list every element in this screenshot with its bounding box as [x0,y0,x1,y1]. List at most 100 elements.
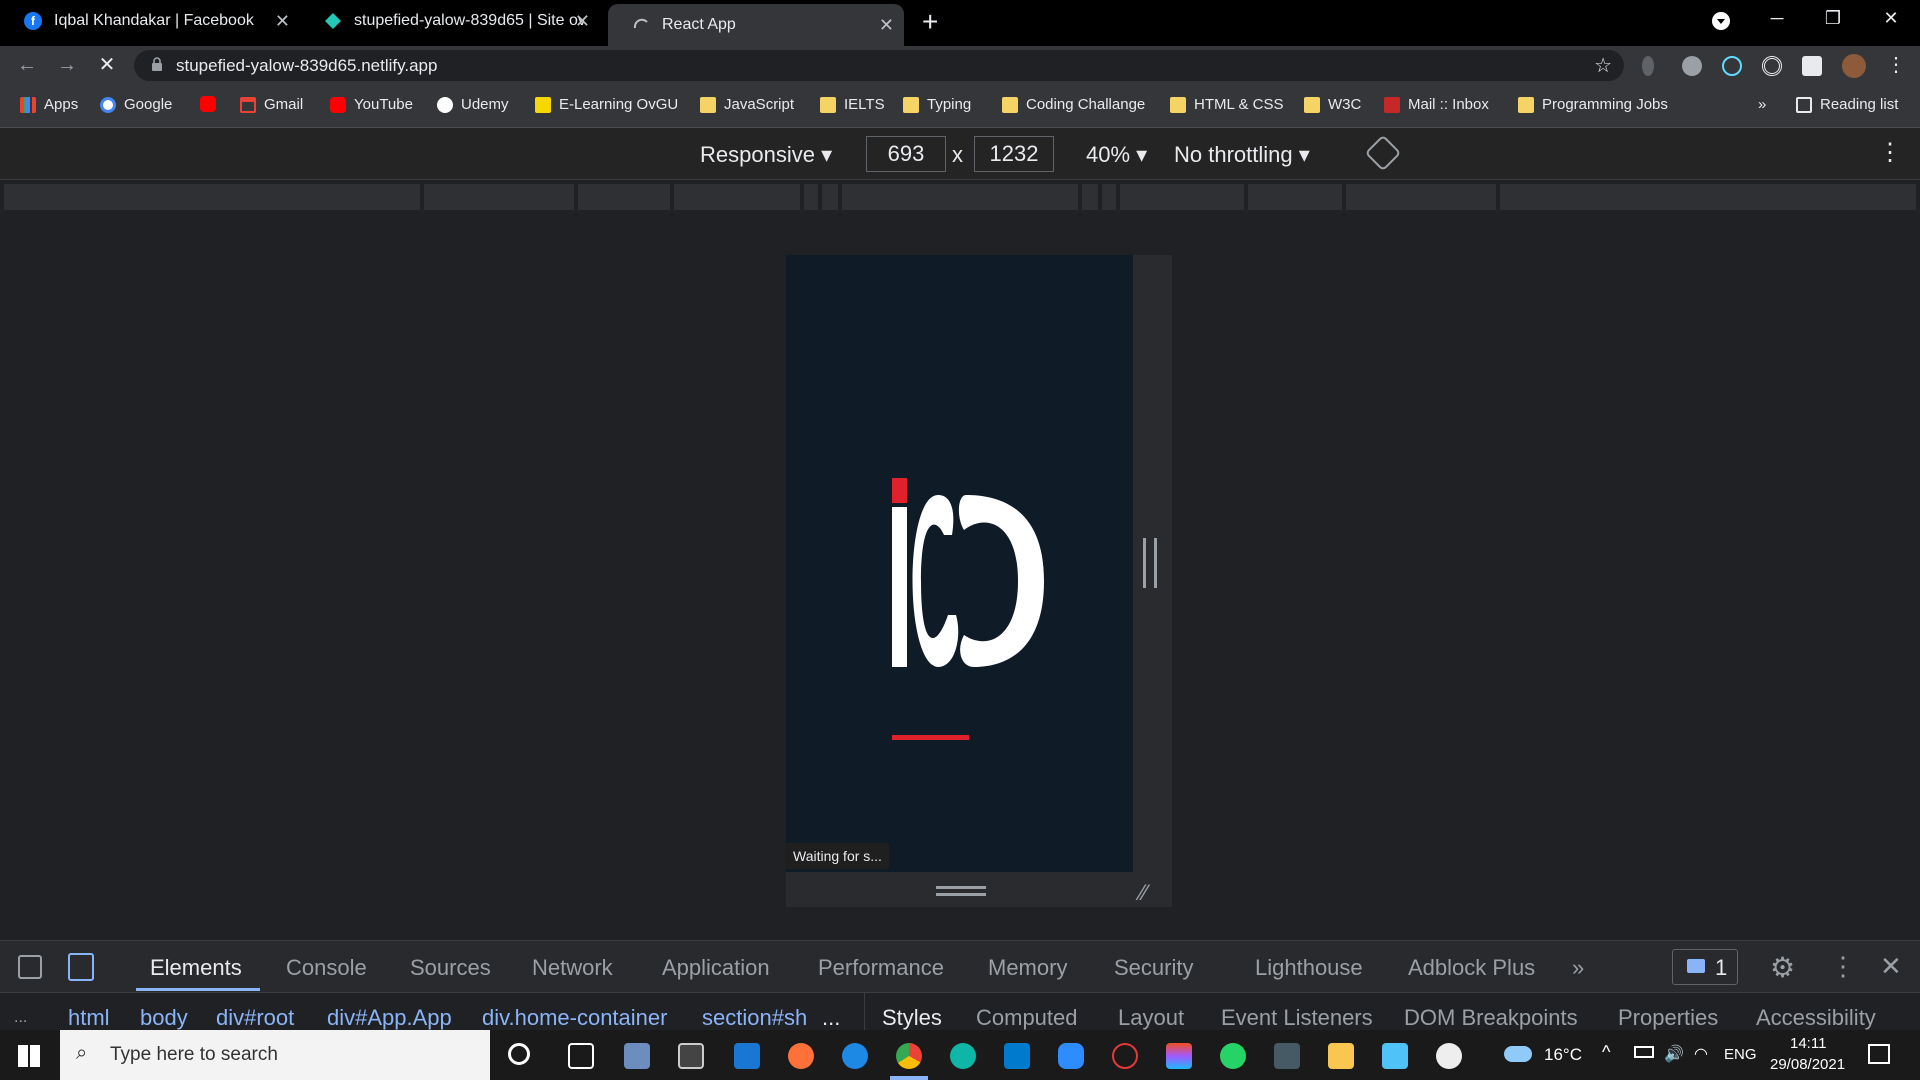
close-icon[interactable]: ✕ [879,15,894,36]
minimize-icon[interactable]: ─ [1762,8,1792,34]
edge-icon[interactable] [950,1043,976,1069]
device-mode-select[interactable]: Responsive ▾ [700,142,832,168]
window-close-icon[interactable]: ✕ [1876,8,1906,34]
tab-console[interactable]: Console [286,955,367,981]
react-devtools-icon[interactable] [1722,56,1742,76]
devtools-close-icon[interactable]: ✕ [1880,951,1902,982]
taskbar-search[interactable]: ⌕ Type here to search [60,1030,490,1080]
settings-gear-icon[interactable]: ⚙ [1770,951,1795,984]
app-icon[interactable] [1112,1043,1138,1069]
tab-computed[interactable]: Computed [976,1005,1078,1031]
battery-icon[interactable] [1634,1046,1654,1058]
bookmark-google[interactable]: Google [100,96,172,113]
bookmark-w3c[interactable]: W3C [1304,96,1361,113]
tab-react-app[interactable]: React App ✕ [608,4,904,46]
resize-handle-bottom[interactable] [936,886,986,896]
forward-icon[interactable]: → [54,52,80,78]
terminal-icon[interactable] [678,1043,704,1069]
bookmark-gmail[interactable]: Gmail [240,96,303,113]
windows-start-icon[interactable] [18,1045,40,1067]
bookmarks-overflow-button[interactable]: » [1758,96,1766,113]
tab-netlify[interactable]: stupefied-yalow-839d65 | Site ov ✕ [300,0,600,42]
language-indicator[interactable]: ENG [1724,1046,1757,1063]
temperature[interactable]: 16°C [1544,1045,1582,1065]
cortana-icon[interactable] [508,1043,530,1065]
tab-styles[interactable]: Styles [882,1005,942,1031]
ruler-segment[interactable] [674,184,800,210]
close-icon[interactable]: ✕ [275,11,290,32]
bookmark-youtube-short[interactable] [200,96,224,112]
tab-properties[interactable]: Properties [1618,1005,1718,1031]
width-input[interactable]: 693 [866,136,946,172]
crumb-home-container[interactable]: div.home-container [482,1005,667,1031]
tab-event-listeners[interactable]: Event Listeners [1221,1005,1373,1031]
inspect-element-icon[interactable] [18,955,42,979]
crumbs-left-overflow[interactable]: ... [14,1009,27,1027]
tab-facebook[interactable]: f Iqbal Khandakar | Facebook ✕ [0,0,300,42]
issues-button[interactable]: 1 [1672,949,1738,985]
stop-loading-icon[interactable]: ✕ [94,52,120,78]
bookmark-elearning[interactable]: E-Learning OvGU [535,96,678,113]
menu-kebab-icon[interactable]: ⋮ [1886,52,1906,77]
ruler-segment[interactable] [842,184,1078,210]
reading-list-button[interactable]: Reading list [1796,96,1898,113]
devtools-menu-icon[interactable]: ⋮ [1830,951,1856,982]
firefox-dev-icon[interactable] [842,1043,868,1069]
ruler-segment[interactable] [578,184,670,210]
tab-performance[interactable]: Performance [818,955,944,981]
wifi-icon[interactable]: ◠ [1694,1044,1708,1064]
figma-icon[interactable] [1166,1043,1192,1069]
bookmark-javascript[interactable]: JavaScript [700,96,794,113]
ruler-segment[interactable] [822,184,838,210]
app-icon[interactable] [624,1043,650,1069]
firefox-icon[interactable] [788,1043,814,1069]
tab-application[interactable]: Application [662,955,770,981]
whatsapp-icon[interactable] [1220,1043,1246,1069]
media-query-bar[interactable] [0,180,1920,216]
tab-elements[interactable]: Elements [150,955,242,981]
throttling-select[interactable]: No throttling ▾ [1174,142,1310,168]
close-icon[interactable]: ✕ [575,11,590,32]
tab-security[interactable]: Security [1114,955,1193,981]
volume-icon[interactable]: 🔊 [1664,1044,1684,1064]
bookmark-star-icon[interactable]: ☆ [1594,53,1612,78]
crumb-root[interactable]: div#root [216,1005,294,1031]
bookmark-html-css[interactable]: HTML & CSS [1170,96,1283,113]
crumb-section[interactable]: section#sh [702,1005,808,1031]
ruler-segment[interactable] [1500,184,1916,210]
extension-icon[interactable] [1682,56,1702,76]
tab-network[interactable]: Network [532,955,613,981]
bookmark-programming-jobs[interactable]: Programming Jobs [1518,96,1668,113]
bookmark-typing[interactable]: Typing [903,96,971,113]
notification-icon[interactable] [1868,1044,1890,1064]
ruler-segment[interactable] [1248,184,1342,210]
tab-search-icon[interactable] [1712,12,1730,30]
extension-icon[interactable] [1762,56,1782,76]
tab-layout[interactable]: Layout [1118,1005,1184,1031]
zoom-icon[interactable] [1058,1043,1084,1069]
vscode-icon[interactable] [1004,1043,1030,1069]
ruler-segment[interactable] [1082,184,1098,210]
ruler-segment[interactable] [804,184,818,210]
crumb-app[interactable]: div#App.App [327,1005,452,1031]
tray-chevron-icon[interactable]: ^ [1602,1042,1610,1063]
clock-date[interactable]: 29/08/2021 [1770,1056,1845,1073]
ruler-segment[interactable] [424,184,574,210]
tab-lighthouse[interactable]: Lighthouse [1255,955,1363,981]
bookmark-coding-challange[interactable]: Coding Challange [1002,96,1145,113]
weather-cloud-icon[interactable] [1504,1046,1532,1062]
avatar[interactable] [1842,54,1866,78]
bookmark-ielts[interactable]: IELTS [820,96,885,113]
file-explorer-icon[interactable] [1328,1043,1354,1069]
resize-handle-right[interactable] [1143,538,1157,588]
tab-memory[interactable]: Memory [988,955,1067,981]
back-icon[interactable]: ← [14,52,40,78]
puzzle-icon[interactable] [1802,56,1822,76]
more-tabs-button[interactable]: » [1572,955,1584,981]
tab-sources[interactable]: Sources [410,955,491,981]
device-menu-icon[interactable]: ⋮ [1878,138,1902,167]
rotate-icon[interactable] [1364,134,1402,172]
ruler-segment[interactable] [4,184,420,210]
bookmark-mail-inbox[interactable]: Mail :: Inbox [1384,96,1489,113]
app-icon[interactable] [1382,1043,1408,1069]
